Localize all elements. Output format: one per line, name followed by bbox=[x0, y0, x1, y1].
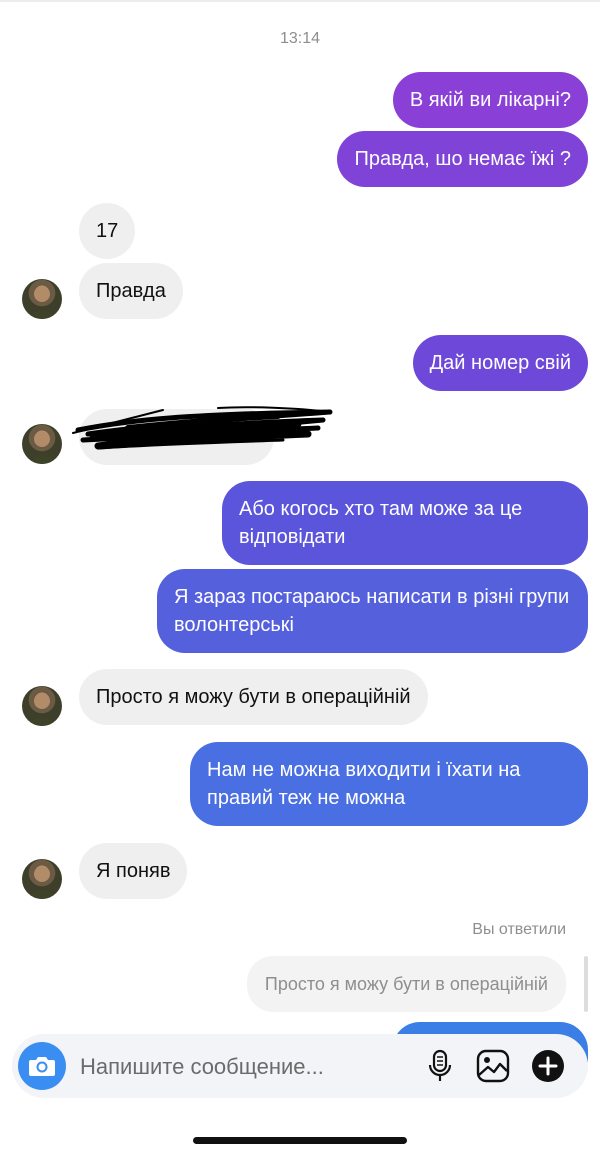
message-composer bbox=[12, 1034, 588, 1098]
message-bubble-outgoing[interactable]: Дай номер свій bbox=[412, 335, 588, 391]
message-bubble-incoming[interactable]: Просто я можу бути в операційній bbox=[79, 669, 428, 725]
message-bubble-incoming[interactable]: Я поняв bbox=[79, 843, 188, 899]
plus-button[interactable] bbox=[530, 1048, 566, 1084]
message-bubble-incoming[interactable]: 17 bbox=[79, 203, 136, 259]
camera-button[interactable] bbox=[18, 1042, 66, 1090]
gallery-icon bbox=[476, 1049, 510, 1083]
reply-indicator-bar bbox=[584, 956, 588, 1012]
message-bubble-outgoing[interactable]: Або когось хто там може за це відповідат… bbox=[222, 481, 588, 565]
top-divider bbox=[0, 0, 600, 2]
message-text: В якій ви лікарні? bbox=[409, 89, 571, 111]
replied-label: Вы ответили bbox=[472, 921, 566, 938]
message-text: Я зараз постараюсь написати в різні груп… bbox=[174, 586, 570, 636]
message-text: Дай номер свій bbox=[429, 352, 571, 374]
avatar[interactable] bbox=[22, 279, 62, 319]
message-bubble-outgoing[interactable]: Нам не можна виходити і їхати на правий … bbox=[190, 742, 588, 826]
reply-quote[interactable]: Просто я можу бути в операційній bbox=[246, 956, 566, 1012]
home-indicator[interactable] bbox=[193, 1137, 407, 1144]
avatar[interactable] bbox=[22, 859, 62, 899]
message-bubble-incoming[interactable]: Правда bbox=[79, 263, 183, 319]
microphone-button[interactable] bbox=[422, 1048, 458, 1084]
avatar[interactable] bbox=[22, 424, 62, 464]
message-text: Правда bbox=[96, 280, 166, 302]
plus-icon bbox=[532, 1050, 564, 1082]
redaction-scribble bbox=[72, 406, 333, 450]
message-text: 17 bbox=[96, 220, 119, 242]
message-text: Я поняв bbox=[96, 860, 171, 882]
message-input[interactable] bbox=[78, 1048, 412, 1086]
message-text: Нам не можна виходити і їхати на правий … bbox=[207, 759, 521, 809]
message-text: Або когось хто там може за це відповідат… bbox=[239, 498, 523, 548]
message-text: Правда, шо немає їжі ? bbox=[354, 148, 571, 170]
gallery-button[interactable] bbox=[475, 1048, 511, 1084]
camera-icon bbox=[29, 1057, 55, 1076]
avatar[interactable] bbox=[22, 686, 62, 726]
message-text: Просто я можу бути в операційній bbox=[96, 686, 411, 708]
timestamp: 13:14 bbox=[279, 30, 321, 47]
message-bubble-outgoing[interactable]: Правда, шо немає їжі ? bbox=[337, 131, 588, 187]
message-bubble-outgoing[interactable]: В якій ви лікарні? bbox=[392, 72, 588, 128]
message-bubble-outgoing[interactable]: Я зараз постараюсь написати в різні груп… bbox=[157, 569, 588, 653]
microphone-icon bbox=[428, 1049, 452, 1081]
